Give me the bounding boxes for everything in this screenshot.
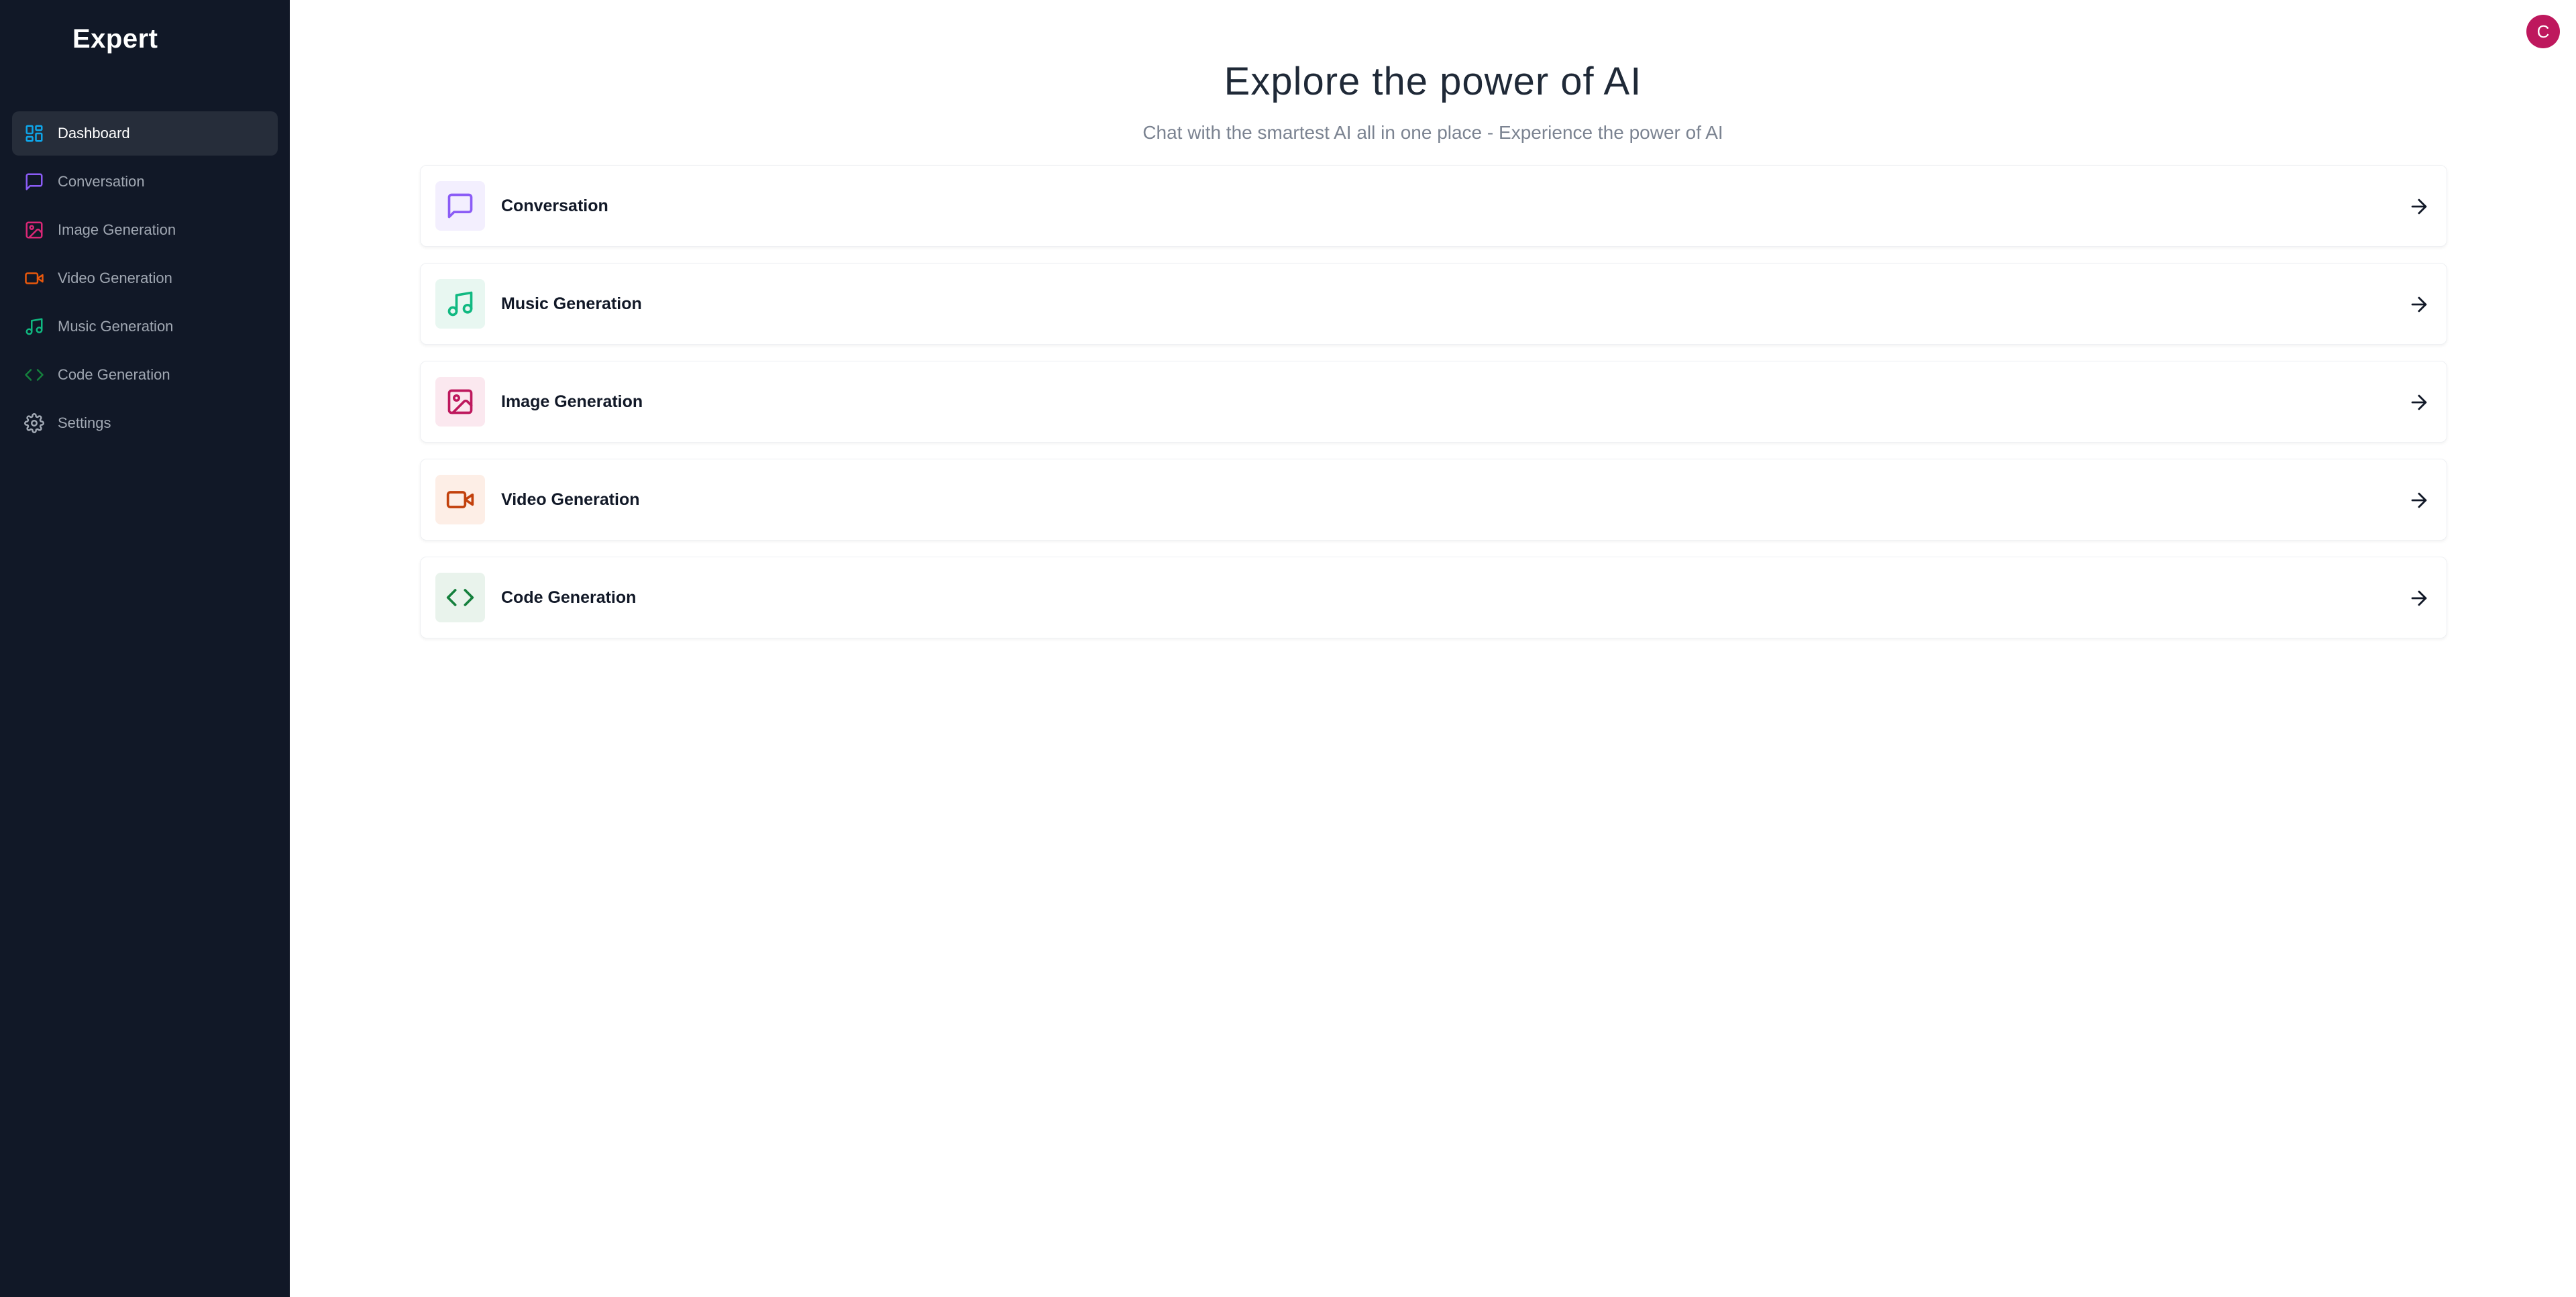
tool-card-label: Code Generation (501, 588, 637, 607)
sidebar-item-label: Settings (58, 414, 111, 431)
tool-card-label: Video Generation (501, 490, 640, 509)
tool-card-video-generation[interactable]: Video Generation (420, 459, 2447, 541)
brand-logo-text[interactable]: Expert (72, 23, 158, 55)
video-icon (435, 475, 485, 524)
tool-card-code-generation[interactable]: Code Generation (420, 557, 2447, 638)
tool-card-label: Image Generation (501, 392, 643, 411)
tool-card-conversation[interactable]: Conversation (420, 165, 2447, 247)
arrow-right-icon (2408, 489, 2430, 512)
sidebar-item-label: Conversation (58, 173, 145, 190)
arrow-right-icon (2408, 391, 2430, 414)
sidebar-item-conversation[interactable]: Conversation (12, 160, 278, 204)
sidebar-item-video-generation[interactable]: Video Generation (12, 256, 278, 300)
code-icon (435, 573, 485, 622)
settings-icon (24, 413, 44, 433)
tool-card-label: Conversation (501, 196, 608, 215)
sidebar-item-label: Code Generation (58, 366, 170, 383)
tool-card-image-generation[interactable]: Image Generation (420, 361, 2447, 443)
video-icon (24, 268, 44, 288)
sidebar: Expert Dashboard Conversation Image Gene… (0, 0, 290, 1297)
arrow-right-icon (2408, 195, 2430, 218)
sidebar-nav: Dashboard Conversation Image Generation (12, 111, 278, 449)
sidebar-item-settings[interactable]: Settings (12, 401, 278, 445)
tool-card-music-generation[interactable]: Music Generation (420, 263, 2447, 345)
message-square-icon (24, 172, 44, 192)
arrow-right-icon (2408, 587, 2430, 610)
code-icon (24, 365, 44, 385)
sidebar-item-dashboard[interactable]: Dashboard (12, 111, 278, 156)
page-subtitle: Chat with the smartest AI all in one pla… (1142, 122, 1723, 143)
music-icon (435, 279, 485, 329)
message-square-icon (435, 181, 485, 231)
sidebar-item-image-generation[interactable]: Image Generation (12, 208, 278, 252)
sidebar-item-label: Music Generation (58, 318, 174, 335)
layout-dashboard-icon (24, 123, 44, 144)
sidebar-item-music-generation[interactable]: Music Generation (12, 304, 278, 349)
user-avatar[interactable]: C (2526, 15, 2560, 48)
sidebar-item-label: Dashboard (58, 125, 130, 142)
page-title: Explore the power of AI (1224, 60, 1642, 103)
tool-card-label: Music Generation (501, 294, 642, 313)
sidebar-item-label: Video Generation (58, 270, 172, 286)
tool-card-list: Conversation Music Generation Image Gene… (420, 165, 2447, 655)
image-icon (435, 377, 485, 427)
sidebar-item-label: Image Generation (58, 221, 176, 238)
music-icon (24, 317, 44, 337)
image-icon (24, 220, 44, 240)
sidebar-item-code-generation[interactable]: Code Generation (12, 353, 278, 397)
arrow-right-icon (2408, 293, 2430, 316)
